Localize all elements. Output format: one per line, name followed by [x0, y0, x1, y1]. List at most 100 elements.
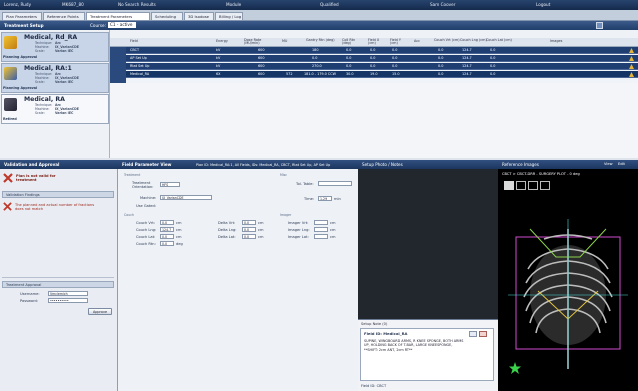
warning-icon[interactable] — [629, 56, 634, 61]
warning-icon[interactable] — [629, 64, 634, 69]
cell-coll: 0.0 — [346, 56, 352, 60]
cell-energy: kV — [216, 48, 221, 52]
couch-vrt-field[interactable]: 0.0 — [160, 220, 174, 225]
imager-lat-field[interactable] — [314, 234, 328, 239]
tol-table-select[interactable] — [318, 181, 352, 186]
plan-card-1[interactable]: Medical, RA:1 Technique: Arc Machine: IX… — [1, 63, 109, 93]
tab-treatment-parameters[interactable]: Treatment Parameters — [86, 12, 150, 20]
tab-scheduling[interactable]: Scheduling — [151, 12, 183, 20]
imager-lng-label: Imager Lng: — [288, 228, 310, 232]
col-field-y[interactable]: Field Y (cm) — [390, 38, 408, 46]
plan-card-2[interactable]: Medical, RA Technique: Arc Machine: IX_V… — [1, 94, 109, 124]
col-coll[interactable]: Coll Rtn (deg) — [342, 38, 364, 46]
delta-vrt-label: Delta Vrt: — [218, 221, 236, 225]
col-gantry[interactable]: Gantry Rtn (deg) — [306, 38, 336, 42]
top-bar: Lorenz, Rudy MK687_80 No Search Results … — [0, 0, 638, 10]
tab-bar: Plan Parameters Reference Points Treatme… — [0, 10, 638, 21]
col-field-x[interactable]: Field X (cm) — [368, 38, 386, 46]
time-unit: min — [334, 197, 341, 201]
tab-billing-log[interactable]: Billing / Log — [215, 12, 243, 20]
cell-couch-vrt: 0.0 — [438, 48, 444, 52]
col-couch-lat[interactable]: Couch Lat (cm) — [486, 38, 514, 42]
col-images[interactable]: Images — [550, 39, 562, 43]
password-field[interactable]: •••••••••• — [48, 298, 88, 303]
cell-couch-lng: 124.7 — [462, 72, 472, 76]
couch-lng-field[interactable]: 124.7 — [160, 227, 174, 232]
cell-field: Rtat Set Up — [130, 64, 150, 68]
bev-tool-icon[interactable] — [504, 181, 514, 190]
warning-icon[interactable] — [629, 48, 634, 53]
tab-plan-parameters[interactable]: Plan Parameters — [2, 12, 42, 20]
plan-name: Medical, RA:1 — [24, 65, 72, 72]
search-box[interactable]: No Search Results — [118, 2, 156, 7]
module-menu[interactable]: Module — [226, 2, 241, 7]
user-name[interactable]: Sam Coover — [430, 2, 455, 7]
plan-card-0[interactable]: Medical, Rd_RA Technique: Arc Machine: I… — [1, 32, 109, 62]
cell-gantry: 270.0 — [312, 64, 322, 68]
cell-field-y: 0.0 — [392, 56, 398, 60]
machine-select[interactable]: IX_VarianCDE — [160, 195, 212, 200]
plan-status: Planning Approval — [3, 55, 38, 59]
reference-header: Reference Images — [502, 162, 539, 167]
couch-rtn-field[interactable]: 0.0 — [160, 241, 174, 246]
edit-menu[interactable]: Edit — [618, 162, 625, 166]
delta-vrt-field[interactable]: 0.0 — [242, 220, 256, 225]
cell-couch-lat: 0.0 — [490, 48, 496, 52]
divider — [2, 277, 114, 278]
username-field[interactable]: Vmclemjch — [48, 291, 88, 296]
approve-button[interactable]: Approve — [88, 308, 112, 315]
couch-lat-field[interactable]: 0.0 — [160, 234, 174, 239]
imager-lat-unit: cm — [330, 235, 336, 239]
table-row[interactable]: AP Set Up kV 600 0.0 0.0 0.0 0.0 0.0 124… — [126, 55, 638, 62]
col-energy[interactable]: Energy — [216, 39, 228, 43]
imager-lat-label: Imager Lat: — [288, 235, 309, 239]
col-couch-lng[interactable]: Couch Lng (cm) — [460, 38, 488, 42]
plan-options-icon[interactable] — [596, 22, 603, 29]
orientation-field[interactable]: HFS — [160, 182, 180, 187]
overlay-tool-icon[interactable] — [528, 181, 538, 190]
col-couch-vrt[interactable]: Couch Vrt (cm) — [434, 38, 462, 42]
col-dose-rate[interactable]: Dose Rate (MU/min) — [244, 38, 274, 46]
table-row[interactable]: Rtat Set Up kV 600 270.0 0.0 0.0 0.0 0.0… — [126, 63, 638, 70]
patient-name[interactable]: Lorenz, Rudy — [4, 2, 31, 7]
imager-lng-field[interactable] — [314, 227, 328, 232]
view-menu[interactable]: View — [604, 162, 613, 166]
table-row[interactable]: CBCT kV 600 180 0.0 0.0 0.0 0.0 124.7 0.… — [126, 47, 638, 54]
couch-lat-label: Couch Lat: — [136, 235, 156, 239]
tab-3d-isodose[interactable]: 3D Isodose — [184, 12, 214, 20]
table-row[interactable]: Medical_RA 6X 600 572 181.0 - 179.0 CCW … — [126, 71, 638, 78]
logout-link[interactable]: Logout — [536, 2, 550, 7]
delta-lng-field[interactable]: 0.0 — [242, 227, 256, 232]
cell-couch-vrt: 0.0 — [438, 56, 444, 60]
edit-note-icon[interactable] — [469, 331, 477, 337]
cell-couch-lng: 124.7 — [462, 56, 472, 60]
col-field[interactable]: Field — [130, 39, 138, 43]
crosshair-tool-icon[interactable] — [540, 181, 550, 190]
field-parameter-panel: Treatment Treatment Orientation: HFS Mac… — [118, 169, 358, 391]
tab-reference-points[interactable]: Reference Points — [43, 12, 85, 20]
field-param-header: Field Parameter View — [122, 162, 172, 167]
couch-vrt-label: Couch Vrt: — [136, 221, 155, 225]
imager-vrt-unit: cm — [330, 221, 336, 225]
plan-retired-icon — [4, 98, 17, 111]
delta-lat-field[interactable]: 0.0 — [242, 234, 256, 239]
reference-images-panel: CBCT > CBCT-DRR - SURGERY PLOT - 0 deg V… — [498, 162, 638, 391]
course-select[interactable]: C1 - active — [108, 22, 136, 28]
col-acc[interactable]: Acc — [414, 39, 420, 43]
warning-icon[interactable] — [629, 72, 634, 77]
time-field[interactable]: 1.29 — [318, 196, 332, 201]
approval-header: Treatment Approval — [2, 281, 114, 288]
delta-lng-label: Delta Lng: — [218, 228, 237, 232]
delta-lat-label: Delta Lat: — [218, 235, 236, 239]
imager-vrt-field[interactable] — [314, 220, 328, 225]
plan-approval-icon — [4, 36, 17, 49]
approval-title: Treatment Approval — [6, 283, 42, 287]
use-gated-label: Use Gated: — [136, 204, 156, 208]
qualified-label[interactable]: Qualified — [320, 2, 339, 7]
cell-couch-lat: 0.0 — [490, 56, 496, 60]
delete-note-icon[interactable] — [479, 331, 487, 337]
cell-gantry: 180 — [312, 48, 319, 52]
anatomy-tool-icon[interactable] — [516, 181, 526, 190]
col-mu[interactable]: MU — [282, 39, 287, 43]
imager-section-title: Imager — [280, 213, 292, 217]
